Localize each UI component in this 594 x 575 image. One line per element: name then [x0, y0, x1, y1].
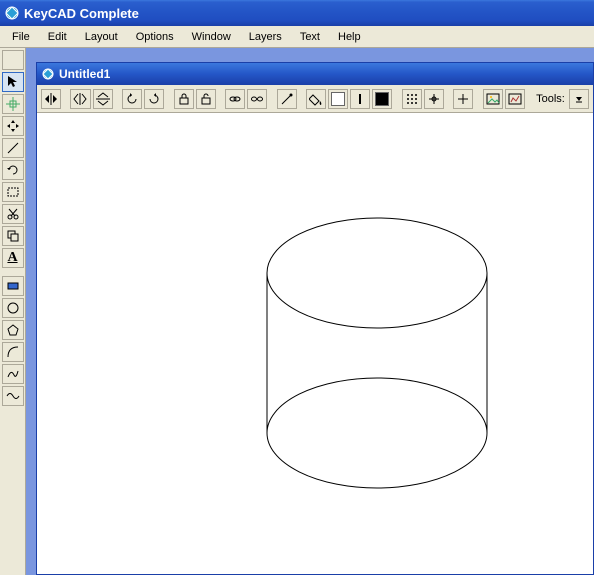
lock-button[interactable]: [174, 89, 194, 109]
black-swatch-icon: [375, 92, 389, 106]
tools-dropdown-button[interactable]: [569, 89, 589, 109]
crosshair-button[interactable]: [453, 89, 473, 109]
crosshair-tool-button[interactable]: [2, 94, 24, 114]
rotate-icon: [6, 163, 20, 177]
rotate-cw-icon: [147, 92, 161, 106]
mirror-v-icon: [95, 92, 111, 106]
menu-layout[interactable]: Layout: [77, 29, 126, 45]
snap-point-icon: [427, 92, 441, 106]
link-icon: [228, 92, 242, 106]
blank-tool-button[interactable]: [2, 50, 24, 70]
line-tool-button[interactable]: [2, 138, 24, 158]
scissors-icon: [6, 207, 20, 221]
unlock-button[interactable]: [196, 89, 216, 109]
tools-label: Tools:: [534, 93, 567, 105]
menu-options[interactable]: Options: [128, 29, 182, 45]
rectangle-tool-button[interactable]: [2, 182, 24, 202]
app-logo-icon: [4, 5, 20, 21]
arrows-icon: [6, 119, 20, 133]
rect-fill-icon: [6, 279, 20, 293]
mirror-h-button[interactable]: [70, 89, 90, 109]
plus-icon: [456, 92, 470, 106]
menu-text[interactable]: Text: [292, 29, 328, 45]
flip-h-icon: [43, 92, 59, 106]
unlink-button[interactable]: [247, 89, 267, 109]
line-style-icon: [353, 92, 367, 106]
scissors-tool-button[interactable]: [2, 204, 24, 224]
rotate-ccw-icon: [125, 92, 139, 106]
eyedropper-button[interactable]: [277, 89, 297, 109]
unlock-icon: [200, 92, 212, 106]
bezier-tool-button[interactable]: [2, 364, 24, 384]
menu-layers[interactable]: Layers: [241, 29, 290, 45]
rect-fill-tool-button[interactable]: [2, 276, 24, 296]
unlink-icon: [250, 92, 264, 106]
black-swatch-button[interactable]: [372, 89, 392, 109]
image-icon: [486, 92, 500, 106]
text-tool-button[interactable]: A: [2, 248, 24, 268]
rectangle-select-icon: [6, 185, 20, 199]
rotate-ccw-button[interactable]: [122, 89, 142, 109]
menubar: File Edit Layout Options Window Layers T…: [0, 26, 594, 48]
wave-tool-button[interactable]: [2, 386, 24, 406]
snap-grid-icon: [405, 92, 419, 106]
circle-icon: [6, 301, 20, 315]
document-titlebar[interactable]: Untitled1: [37, 63, 593, 85]
rotate-tool-button[interactable]: [2, 160, 24, 180]
flip-h-button[interactable]: [41, 89, 61, 109]
document-area: Untitled1: [26, 48, 594, 575]
text-icon: A: [7, 250, 17, 266]
link-button[interactable]: [225, 89, 245, 109]
menu-file[interactable]: File: [4, 29, 38, 45]
bezier-icon: [6, 367, 20, 381]
cylinder-shape: [37, 113, 593, 574]
titlebar: KeyCAD Complete: [0, 0, 594, 26]
bucket-icon: [309, 92, 323, 106]
app-title: KeyCAD Complete: [24, 6, 139, 21]
drawing-canvas[interactable]: [37, 113, 593, 574]
vertical-toolbar: A: [0, 48, 26, 575]
fill-button[interactable]: [306, 89, 326, 109]
menu-help[interactable]: Help: [330, 29, 369, 45]
duplicate-tool-button[interactable]: [2, 226, 24, 246]
doc-logo-icon: [41, 67, 55, 81]
cursor-icon: [7, 75, 19, 89]
white-swatch-icon: [331, 92, 345, 106]
white-swatch-button[interactable]: [328, 89, 348, 109]
document-window: Untitled1: [36, 62, 594, 575]
pan-tool-button[interactable]: [2, 116, 24, 136]
menu-edit[interactable]: Edit: [40, 29, 75, 45]
eyedropper-icon: [280, 92, 294, 106]
workarea: A Untitled1: [0, 48, 594, 575]
lock-icon: [178, 92, 190, 106]
crosshair-icon: [6, 97, 20, 111]
polygon-icon: [6, 323, 20, 337]
chart-button[interactable]: [505, 89, 525, 109]
select-tool-button[interactable]: [2, 72, 24, 92]
document-title: Untitled1: [59, 67, 110, 81]
wave-icon: [6, 389, 20, 403]
duplicate-icon: [6, 229, 20, 243]
rotate-cw-button[interactable]: [144, 89, 164, 109]
arc-icon: [6, 345, 20, 359]
line-icon: [6, 141, 20, 155]
dropdown-icon: [574, 94, 584, 104]
horizontal-toolbar: Tools:: [37, 85, 593, 113]
image-button[interactable]: [483, 89, 503, 109]
menu-window[interactable]: Window: [184, 29, 239, 45]
arc-tool-button[interactable]: [2, 342, 24, 362]
mirror-v-button[interactable]: [93, 89, 113, 109]
mirror-h-icon: [72, 92, 88, 106]
line-style-button[interactable]: [350, 89, 370, 109]
snap-grid-button[interactable]: [402, 89, 422, 109]
snap-point-button[interactable]: [424, 89, 444, 109]
chart-icon: [508, 92, 522, 106]
circle-tool-button[interactable]: [2, 298, 24, 318]
polygon-tool-button[interactable]: [2, 320, 24, 340]
